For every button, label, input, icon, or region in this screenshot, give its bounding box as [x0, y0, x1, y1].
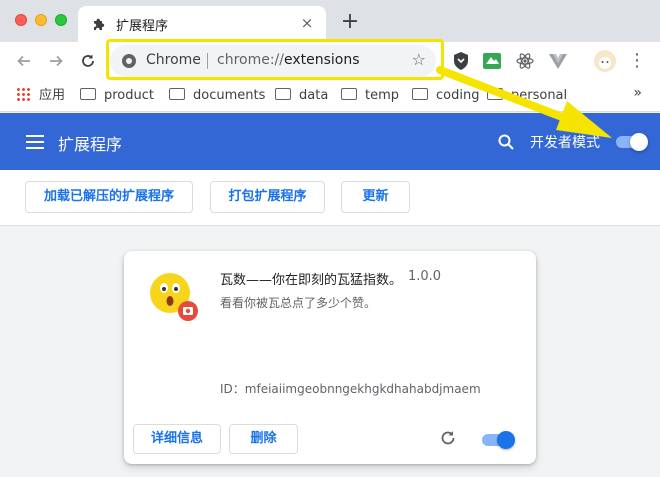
extension-enable-toggle[interactable]	[480, 431, 516, 449]
apps-grid-icon	[16, 87, 30, 101]
folder-icon	[169, 88, 185, 100]
bookmark-folder-coding[interactable]: coding	[412, 86, 479, 106]
puzzle-icon	[94, 18, 105, 30]
hamburger-menu-icon[interactable]	[26, 135, 44, 149]
extension-card: 瓦数——你在即刻的瓦猛指数。 1.0.0 看看你被瓦总点了多少个赞。 ID：mf…	[124, 251, 536, 464]
pack-extension-button[interactable]: 打包扩展程序	[210, 181, 325, 213]
back-button[interactable]	[12, 49, 36, 73]
folder-icon	[341, 88, 357, 100]
extension-name: 瓦数——你在即刻的瓦猛指数。	[220, 273, 403, 288]
profile-avatar-icon[interactable]	[594, 50, 616, 72]
folder-icon	[412, 88, 428, 100]
tag-extension-icon[interactable]	[482, 51, 502, 71]
id-value: mfeiaiimgeobnngekhgkdhahabdjmaem	[244, 382, 481, 396]
close-window-button[interactable]	[15, 14, 27, 26]
minimize-window-button[interactable]	[35, 14, 47, 26]
forward-arrow-icon	[50, 55, 63, 67]
extension-description: 看看你被瓦总点了多少个赞。	[220, 296, 377, 310]
shocked-face-extension-icon	[150, 273, 198, 321]
toggle-knob	[630, 133, 648, 151]
reload-extension-icon[interactable]	[439, 429, 457, 447]
extensions-action-bar: 加载已解压的扩展程序 打包扩展程序 更新	[0, 170, 660, 226]
extensions-header: 扩展程序 开发者模式	[0, 113, 660, 170]
bookmarks-overflow-button[interactable]: »	[633, 85, 642, 101]
extension-version: 1.0.0	[408, 269, 442, 284]
bookmark-folder-personal[interactable]: personal	[487, 86, 567, 106]
new-tab-button[interactable]: +	[338, 11, 362, 35]
bookmark-label: personal	[511, 88, 568, 103]
address-bar-highlight	[106, 39, 444, 80]
extension-id: ID：mfeiaiimgeobnngekhgkdhahabdjmaem	[220, 380, 481, 397]
developer-mode-toggle[interactable]	[614, 133, 648, 151]
bookmark-folder-data[interactable]: data	[275, 86, 328, 106]
folder-icon	[80, 88, 96, 100]
forward-button[interactable]	[44, 49, 68, 73]
search-icon[interactable]	[497, 133, 515, 151]
tab-title: 扩展程序	[116, 19, 169, 34]
bookmark-folder-documents[interactable]: documents	[169, 86, 265, 106]
tab-strip: 扩展程序 × +	[0, 0, 660, 42]
tab-close-icon[interactable]: ×	[298, 14, 316, 32]
bookmark-label: data	[299, 88, 329, 103]
bookmarks-bar: 应用 product documents data temp coding pe…	[0, 80, 660, 112]
page-title: 扩展程序	[58, 135, 123, 154]
load-unpacked-button[interactable]: 加载已解压的扩展程序	[25, 181, 193, 213]
reload-button[interactable]	[76, 49, 100, 73]
bookmark-label: 应用	[39, 88, 66, 103]
bookmark-folder-product[interactable]: product	[80, 86, 154, 106]
toolbar: Chrome chrome://extensions ☆ ⋮	[0, 39, 660, 80]
toggle-knob	[497, 431, 515, 449]
folder-icon	[275, 88, 291, 100]
react-extension-icon[interactable]	[515, 51, 535, 71]
remove-button[interactable]: 删除	[229, 424, 298, 454]
bookmark-apps[interactable]: 应用	[16, 86, 65, 106]
chrome-menu-icon[interactable]: ⋮	[628, 49, 646, 73]
bookmark-label: product	[104, 88, 155, 103]
bookmark-label: coding	[436, 88, 480, 103]
bookmark-label: documents	[193, 88, 266, 103]
back-arrow-icon	[17, 55, 30, 67]
folder-icon	[487, 88, 503, 100]
extension-card-footer: 详细信息 删除	[124, 414, 536, 464]
shield-extension-icon[interactable]	[451, 51, 471, 71]
update-button[interactable]: 更新	[341, 181, 410, 213]
id-label: ID：	[220, 382, 245, 396]
vue-extension-icon[interactable]	[548, 51, 568, 71]
developer-mode-label: 开发者模式	[530, 135, 600, 151]
details-button[interactable]: 详细信息	[133, 424, 221, 454]
maximize-window-button[interactable]	[55, 14, 67, 26]
bookmark-label: temp	[365, 88, 400, 103]
tab-extensions[interactable]: 扩展程序 ×	[78, 6, 326, 42]
bookmark-folder-temp[interactable]: temp	[341, 86, 399, 106]
reload-icon	[82, 54, 94, 67]
